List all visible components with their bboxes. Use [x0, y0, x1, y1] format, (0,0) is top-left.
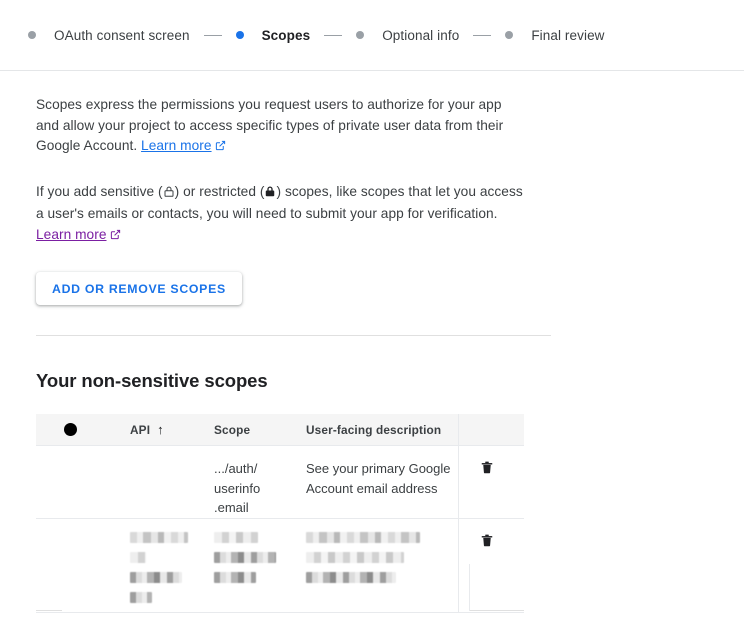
- table-bottom-divider-left: [36, 610, 62, 611]
- section-divider: [36, 335, 551, 336]
- column-header-description[interactable]: User-facing description: [306, 414, 458, 446]
- external-link-icon: [110, 226, 121, 247]
- row-select-cell[interactable]: [36, 445, 130, 519]
- row-api-cell-redacted: [130, 518, 214, 613]
- redacted-block: [130, 571, 182, 583]
- sensitive-text-part1: If you add sensitive (: [36, 183, 163, 199]
- learn-more-label: Learn more: [36, 226, 107, 242]
- step-label: Final review: [531, 27, 605, 43]
- scopes-table-body: .../auth/ userinfo .email See your prima…: [36, 445, 524, 613]
- step-scopes[interactable]: Scopes: [235, 27, 311, 43]
- scope-line: .email: [214, 500, 249, 515]
- column-header-api-label: API: [130, 422, 151, 437]
- trash-icon[interactable]: [480, 459, 494, 482]
- sensitive-text-part2: ) or restricted (: [174, 183, 265, 199]
- wizard-stepper-bar: OAuth consent screen Scopes Optional inf…: [0, 0, 744, 71]
- scopes-actions-row: ADD OR REMOVE SCOPES: [36, 272, 716, 305]
- redacted-block: [130, 591, 152, 603]
- column-header-scope[interactable]: Scope: [214, 414, 306, 446]
- redacted-block: [306, 571, 396, 583]
- scopes-page-content: Scopes express the permissions you reque…: [0, 71, 744, 613]
- lock-outline-icon: [163, 184, 175, 205]
- scopes-description-text: Scopes express the permissions you reque…: [36, 97, 504, 153]
- table-bottom-divider-right: [470, 610, 524, 611]
- redacted-block: [214, 571, 256, 583]
- redacted-block: [306, 551, 404, 563]
- arrow-up-icon: ↑: [157, 422, 164, 437]
- column-header-api[interactable]: API ↑: [130, 414, 214, 446]
- step-dot-icon: [235, 31, 244, 39]
- scope-line: .../auth/: [214, 461, 258, 476]
- learn-more-label: Learn more: [141, 138, 212, 153]
- step-dot-icon: [505, 31, 514, 39]
- non-sensitive-scopes-title: Your non-sensitive scopes: [36, 370, 268, 391]
- row-scope-cell: .../auth/ userinfo .email: [214, 445, 306, 519]
- step-connector: [473, 34, 492, 36]
- redacted-block: [214, 531, 258, 543]
- row-action-cell: [457, 445, 524, 519]
- lock-filled-icon: [264, 184, 276, 205]
- learn-more-link-verification[interactable]: Learn more: [36, 227, 107, 242]
- row-description-cell: See your primary Google Account email ad…: [306, 445, 458, 519]
- scope-line: userinfo: [214, 480, 261, 496]
- step-label: Optional info: [382, 27, 460, 43]
- step-final-review[interactable]: Final review: [505, 28, 604, 43]
- redacted-block: [214, 551, 276, 563]
- column-header-scope-label: Scope: [214, 422, 251, 437]
- learn-more-link-scopes[interactable]: Learn more: [141, 138, 212, 153]
- table-header-row: API ↑ Scope User-facing description: [36, 414, 524, 446]
- column-header-actions: [457, 414, 524, 446]
- step-dot-icon: [356, 31, 365, 39]
- step-connector: [203, 34, 222, 36]
- external-link-icon: [215, 137, 226, 158]
- redacted-block: [130, 551, 146, 563]
- table-column-divider-stub: [469, 564, 470, 611]
- column-header-select[interactable]: [36, 414, 130, 446]
- redacted-block: [306, 531, 420, 543]
- column-header-description-label: User-facing description: [306, 422, 442, 437]
- step-dot-icon: [28, 31, 36, 39]
- step-label: Scopes: [261, 27, 311, 43]
- trash-icon[interactable]: [480, 532, 494, 555]
- wizard-stepper: OAuth consent screen Scopes Optional inf…: [28, 25, 605, 45]
- scopes-description-paragraph: Scopes express the permissions you reque…: [36, 95, 528, 158]
- sensitive-restricted-paragraph: If you add sensitive () or restricted ()…: [36, 182, 528, 247]
- non-sensitive-scopes-table: API ↑ Scope User-facing description .../…: [36, 414, 524, 613]
- scopes-table-wrapper: API ↑ Scope User-facing description .../…: [36, 414, 524, 613]
- row-description-cell-redacted: [306, 518, 458, 613]
- row-action-cell: [457, 518, 524, 613]
- scopes-table-head: API ↑ Scope User-facing description: [36, 414, 524, 446]
- table-row[interactable]: [36, 518, 524, 613]
- row-select-cell[interactable]: [36, 518, 130, 613]
- step-optional-info[interactable]: Optional info: [356, 28, 459, 43]
- step-oauth-consent-screen[interactable]: OAuth consent screen: [28, 28, 190, 43]
- table-row[interactable]: .../auth/ userinfo .email See your prima…: [36, 445, 524, 519]
- step-connector: [324, 34, 343, 36]
- redacted-block: [130, 531, 188, 543]
- redacted-checkbox-icon[interactable]: [64, 423, 77, 436]
- row-scope-cell-redacted: [214, 518, 306, 613]
- add-or-remove-scopes-button[interactable]: ADD OR REMOVE SCOPES: [36, 272, 242, 305]
- row-api-cell: [130, 445, 214, 519]
- step-label: OAuth consent screen: [54, 27, 190, 43]
